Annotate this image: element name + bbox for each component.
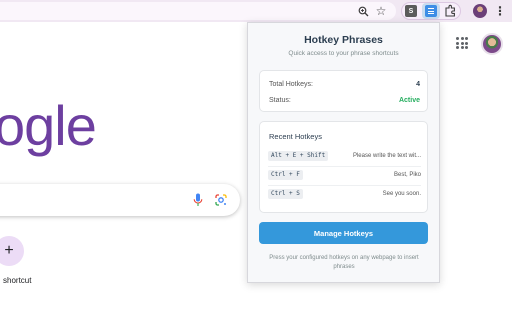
- divider: [268, 185, 421, 186]
- google-apps-icon[interactable]: [456, 37, 468, 49]
- address-bar[interactable]: [0, 2, 396, 20]
- total-hotkeys-label: Total Hotkeys:: [269, 81, 313, 88]
- list-item[interactable]: Ctrl + S See you soon.: [268, 189, 421, 199]
- recent-hotkeys-title: Recent Hotkeys: [269, 132, 322, 141]
- hotkey-combo: Ctrl + F: [268, 170, 303, 180]
- google-lens-icon[interactable]: [214, 193, 228, 207]
- shortcut-label: shortcut: [3, 276, 32, 285]
- hotkey-phrase: Best, Piko: [393, 172, 421, 178]
- hotkey-phrase: See you soon.: [382, 191, 421, 197]
- list-item[interactable]: Alt + E + Shift Please write the text wi…: [268, 151, 421, 161]
- google-logo: ogle: [0, 94, 97, 157]
- add-shortcut-button[interactable]: +: [0, 236, 24, 266]
- puzzle-icon[interactable]: [444, 4, 458, 18]
- search-input[interactable]: [0, 184, 240, 216]
- hotkey-phrases-popup: Hotkey Phrases Quick access to your phra…: [247, 22, 440, 283]
- status-row: Status: Active: [269, 97, 420, 104]
- total-hotkeys-row: Total Hotkeys: 4: [269, 81, 420, 88]
- account-avatar[interactable]: [481, 33, 503, 55]
- bookmark-star-icon[interactable]: ☆: [374, 4, 388, 18]
- total-hotkeys-value: 4: [416, 81, 420, 88]
- hotkey-extension-icon[interactable]: [425, 5, 437, 17]
- status-label: Status:: [269, 97, 291, 104]
- microphone-icon[interactable]: [193, 193, 203, 207]
- zoom-icon[interactable]: [356, 4, 370, 18]
- popup-title: Hotkey Phrases: [304, 34, 383, 46]
- profile-avatar[interactable]: [473, 4, 487, 18]
- hotkey-combo: Alt + E + Shift: [268, 151, 329, 161]
- popup-subtitle: Quick access to your phrase shortcuts: [288, 50, 399, 57]
- status-badge: Active: [398, 97, 420, 104]
- extension-s-icon[interactable]: S: [405, 5, 417, 17]
- divider: [268, 166, 421, 167]
- list-item[interactable]: Ctrl + F Best, Piko: [268, 170, 421, 180]
- hotkey-combo: Ctrl + S: [268, 189, 303, 199]
- hotkey-phrase: Please write the text wit...: [352, 153, 421, 159]
- recent-hotkeys-card: Recent Hotkeys Alt + E + Shift Please wr…: [259, 121, 428, 213]
- popup-footer-hint: Press your configured hotkeys on any web…: [269, 255, 419, 270]
- stats-card: Total Hotkeys: 4 Status: Active: [259, 70, 428, 112]
- more-menu-icon[interactable]: ⋮: [494, 4, 506, 18]
- manage-hotkeys-button[interactable]: Manage Hotkeys: [259, 222, 428, 244]
